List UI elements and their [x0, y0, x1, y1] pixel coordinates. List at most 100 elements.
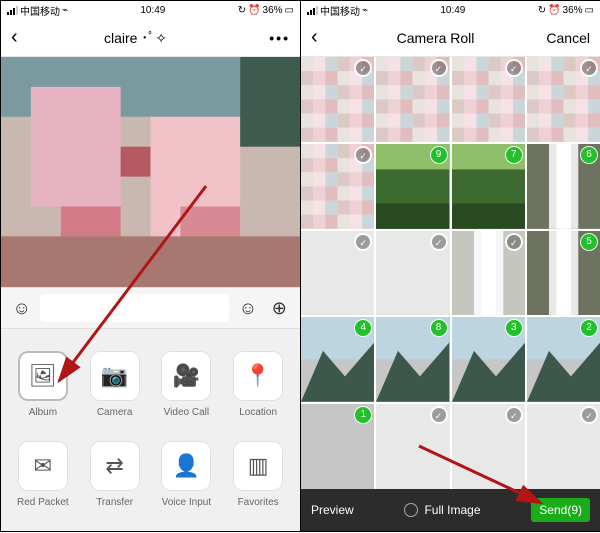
chat-title: claire ･ﾟ✧ [31, 28, 240, 48]
red-packet-icon: ✉ [18, 441, 68, 491]
chat-image[interactable] [1, 57, 300, 287]
nav-bar: ‹ claire ･ﾟ✧ ••• [1, 19, 300, 57]
panel-item-camera[interactable]: 📷 Camera [79, 339, 151, 429]
photo-cell[interactable] [301, 57, 374, 142]
attachment-panel: 🖼 Album 📷 Camera 🎥 Video Call 📍 Location ✉ Red Pa… [1, 329, 300, 531]
favorites-icon: ▥ [233, 441, 283, 491]
photo-cell[interactable] [452, 231, 525, 316]
panel-item-label: Location [239, 407, 277, 418]
voice-icon[interactable]: ☺ [9, 295, 34, 321]
carrier-label: 中国移动 [20, 3, 60, 18]
selection-badge: 9 [431, 147, 447, 163]
status-bar: 中国移动 ⌁ 10:49 ↻ ⏰ 36% ▭ [1, 1, 300, 19]
message-input[interactable] [40, 294, 229, 322]
selection-badge: 6 [581, 147, 597, 163]
back-button[interactable]: ‹ [311, 26, 331, 49]
cancel-button[interactable]: Cancel [540, 30, 590, 46]
preview-button[interactable]: Preview [311, 503, 354, 517]
photo-cell[interactable] [527, 57, 600, 142]
selection-badge-empty [355, 147, 371, 163]
nav-bar: ‹ Camera Roll Cancel [301, 19, 600, 57]
selection-badge: 5 [581, 234, 597, 250]
video-call-icon: 🎥 [161, 351, 211, 401]
panel-item-transfer[interactable]: ⇄ Transfer [79, 429, 151, 519]
wifi-icon: ⌁ [362, 5, 368, 16]
photo-cell[interactable]: 4 [301, 317, 374, 402]
panel-item-label: Voice Input [162, 497, 211, 508]
transfer-icon: ⇄ [90, 441, 140, 491]
full-image-label: Full Image [424, 503, 480, 517]
panel-item-label: Transfer [96, 497, 133, 508]
panel-item-label: Red Packet [17, 497, 69, 508]
full-image-toggle[interactable]: Full Image [368, 503, 518, 517]
album-icon: 🖼 [18, 351, 68, 401]
selection-badge-empty [355, 234, 371, 250]
panel-item-voice-input[interactable]: 👤 Voice Input [151, 429, 223, 519]
more-button[interactable]: ••• [240, 30, 290, 46]
battery-label: 36% [563, 5, 583, 16]
panel-item-favorites[interactable]: ▥ Favorites [222, 429, 294, 519]
selection-badge-empty [431, 234, 447, 250]
clock: 10:49 [440, 5, 465, 16]
battery-icon: ▭ [585, 5, 594, 16]
photo-cell[interactable] [301, 231, 374, 316]
voice-input-icon: 👤 [161, 441, 211, 491]
picker-title: Camera Roll [331, 30, 540, 46]
camera-icon: 📷 [90, 351, 140, 401]
picker-toolbar: Preview Full Image Send(9) [301, 489, 600, 531]
photo-cell[interactable] [301, 144, 374, 229]
wifi-icon: ⌁ [62, 5, 68, 16]
photo-cell[interactable] [376, 231, 449, 316]
photo-cell[interactable] [527, 404, 600, 489]
photo-cell[interactable]: 2 [527, 317, 600, 402]
back-button[interactable]: ‹ [11, 26, 31, 49]
selection-badge-empty [506, 60, 522, 76]
radio-icon [404, 503, 418, 517]
panel-item-location[interactable]: 📍 Location [222, 339, 294, 429]
signal-icon [7, 6, 18, 15]
photo-cell[interactable]: 6 [527, 144, 600, 229]
clock: 10:49 [140, 5, 165, 16]
chat-input-bar: ☺ ☺ ⊕ [1, 287, 300, 329]
selection-badge: 8 [431, 320, 447, 336]
panel-item-label: Favorites [238, 497, 279, 508]
photo-cell[interactable]: 9 [376, 144, 449, 229]
photo-cell[interactable] [376, 404, 449, 489]
battery-label: 36% [263, 5, 283, 16]
selection-badge-empty [431, 407, 447, 423]
signal-icon [307, 6, 318, 15]
panel-item-label: Video Call [164, 407, 209, 418]
photo-cell[interactable] [452, 404, 525, 489]
alarm-icon: ⏰ [248, 5, 260, 16]
selection-badge-empty [506, 407, 522, 423]
photo-cell[interactable]: 7 [452, 144, 525, 229]
location-icon: 📍 [233, 351, 283, 401]
photo-cell[interactable]: 1 [301, 404, 374, 489]
panel-item-label: Album [29, 407, 57, 418]
photo-cell[interactable]: 8 [376, 317, 449, 402]
selection-badge-empty [506, 234, 522, 250]
photo-cell[interactable] [452, 57, 525, 142]
send-button[interactable]: Send(9) [531, 498, 590, 522]
battery-icon: ▭ [285, 5, 294, 16]
alarm-icon: ⏰ [548, 5, 560, 16]
status-bar: 中国移动 ⌁ 10:49 ↻ ⏰ 36% ▭ [301, 1, 600, 19]
panel-item-video-call[interactable]: 🎥 Video Call [151, 339, 223, 429]
refresh-icon: ↻ [538, 5, 546, 16]
carrier-label: 中国移动 [320, 3, 360, 18]
emoji-icon[interactable]: ☺ [235, 295, 260, 321]
chat-screen: 中国移动 ⌁ 10:49 ↻ ⏰ 36% ▭ ‹ claire ･ﾟ✧ ••• … [1, 1, 301, 531]
photo-cell[interactable]: 3 [452, 317, 525, 402]
selection-badge: 7 [506, 147, 522, 163]
panel-item-label: Camera [97, 407, 133, 418]
picker-screen: 中国移动 ⌁ 10:49 ↻ ⏰ 36% ▭ ‹ Camera Roll Can… [301, 1, 600, 531]
panel-item-red-packet[interactable]: ✉ Red Packet [7, 429, 79, 519]
photo-grid: 9 7 6 5 4 832 1 [301, 57, 600, 489]
panel-item-album[interactable]: 🖼 Album [7, 339, 79, 429]
selection-badge-empty [355, 60, 371, 76]
plus-icon[interactable]: ⊕ [267, 295, 292, 321]
selection-badge-empty [431, 60, 447, 76]
photo-cell[interactable] [376, 57, 449, 142]
photo-cell[interactable]: 5 [527, 231, 600, 316]
refresh-icon: ↻ [238, 5, 246, 16]
